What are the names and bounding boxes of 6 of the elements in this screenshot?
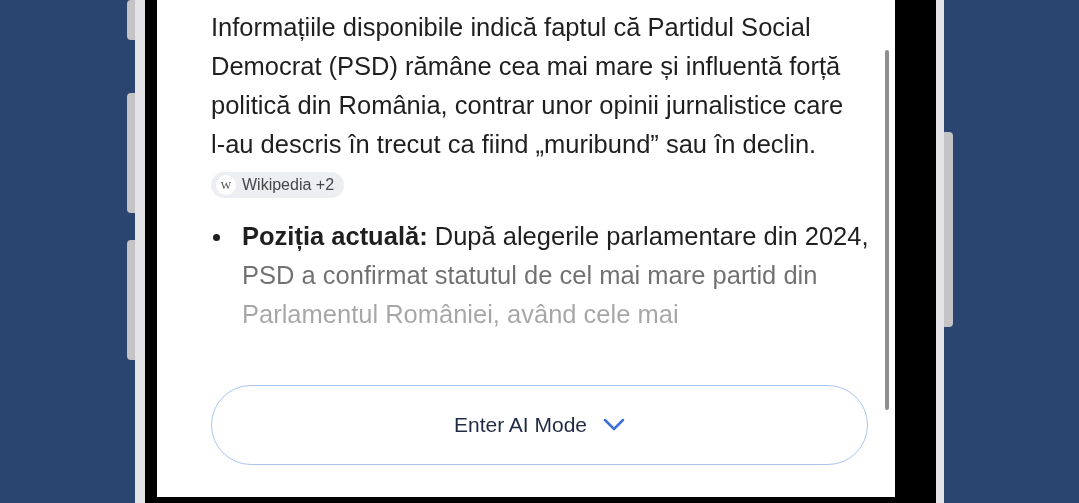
ai-mode-button[interactable]: Enter AI Mode <box>211 385 868 465</box>
wikipedia-icon: W <box>216 175 236 196</box>
bullet-icon <box>213 234 220 241</box>
answer-text: Informațiile disponibile indică faptul că Partidul Social Democrat (PSD) rămâne cea mai mare și influentă forță politică din România, contrar unor opinii jurnalistice care l-au descris în trecut ca fiind „muribund” sau în declin. <box>211 13 844 158</box>
citation-chip[interactable]: W Wikipedia +2 <box>211 172 345 199</box>
chevron-down-icon <box>603 418 626 432</box>
